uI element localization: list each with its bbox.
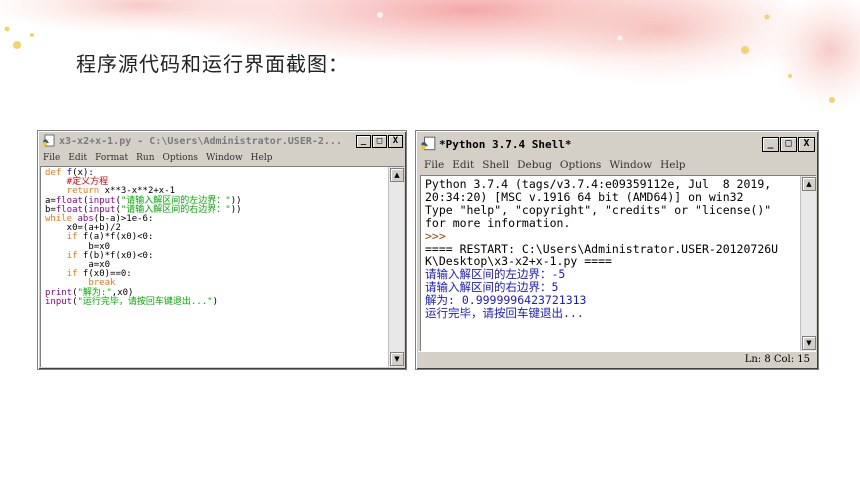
shell-line: for more information. (425, 215, 571, 230)
maximize-button[interactable]: □ (372, 134, 387, 148)
close-button[interactable]: X (798, 136, 815, 152)
editor-title: x3-x2+x-1.py - C:\Users\Administrator.US… (59, 135, 342, 147)
shell-line: 20:34:20) [MSC v.1916 64 bit (AMD64)] on… (425, 189, 744, 204)
editor-window[interactable]: x3-x2+x-1.py - C:\Users\Administrator.US… (37, 130, 407, 370)
python-shell-icon (421, 136, 436, 151)
menu-debug[interactable]: Debug (517, 159, 552, 171)
scroll-down-icon[interactable]: ▼ (802, 336, 816, 350)
status-bar: Ln: 8 Col: 15 (418, 351, 816, 367)
scroll-up-icon[interactable]: ▲ (390, 168, 404, 182)
shell-output[interactable]: Python 3.7.4 (tags/v3.7.4:e09359112e, Ju… (420, 175, 816, 351)
code-string: "运行完毕，请按回车键退出..." (77, 296, 213, 307)
shell-output-line: 请输入解区间的左边界：-5 (425, 267, 566, 282)
shell-scrollbar[interactable]: ▲ ▼ (800, 176, 816, 351)
shell-title: *Python 3.7.4 Shell* (439, 137, 572, 151)
editor-menubar: File Edit Format Run Options Window Help (40, 151, 404, 165)
code-editor[interactable]: def f(x): #定义方程 return x**3-x**2+x-1 a=f… (40, 166, 404, 367)
shell-prompt: >>> (425, 228, 453, 243)
editor-scrollbar[interactable]: ▲ ▼ (388, 167, 404, 367)
scroll-up-icon[interactable]: ▲ (802, 177, 816, 191)
code-text[interactable]: def f(x): #定义方程 return x**3-x**2+x-1 a=f… (45, 168, 404, 307)
cursor-position: Ln: 8 Col: 15 (744, 354, 810, 365)
slide-title: 程序源代码和运行界面截图： (76, 52, 349, 76)
editor-titlebar[interactable]: x3-x2+x-1.py - C:\Users\Administrator.US… (40, 133, 404, 149)
shell-window[interactable]: *Python 3.7.4 Shell* _ □ X File Edit She… (415, 130, 819, 370)
code-text-seg: ) (212, 296, 219, 307)
menu-format[interactable]: Format (95, 153, 128, 163)
code-text-seg: )) (230, 204, 242, 215)
shell-text[interactable]: Python 3.7.4 (tags/v3.7.4:e09359112e, Ju… (425, 178, 816, 320)
menu-edit[interactable]: Edit (68, 153, 87, 163)
menu-file[interactable]: File (43, 153, 60, 163)
minimize-button[interactable]: _ (762, 136, 779, 152)
menu-window[interactable]: Window (609, 159, 652, 171)
code-builtin: input (45, 296, 73, 307)
shell-line: Type "help", "copyright", "credits" or "… (425, 202, 772, 217)
shell-line: K\Desktop\x3-x2+x-1.py ==== (425, 254, 612, 269)
menu-edit[interactable]: Edit (452, 159, 474, 171)
menu-file[interactable]: File (424, 159, 444, 171)
shell-line: ==== RESTART: C:\Users\Administrator.USE… (425, 241, 779, 256)
menu-help[interactable]: Help (660, 159, 685, 171)
menu-window[interactable]: Window (206, 153, 243, 163)
python-file-icon (43, 134, 55, 147)
minimize-button[interactable]: _ (356, 134, 371, 148)
shell-line: Python 3.7.4 (tags/v3.7.4:e09359112e, Ju… (425, 177, 772, 191)
close-button[interactable]: X (388, 134, 403, 148)
maximize-button[interactable]: □ (780, 136, 797, 152)
menu-options[interactable]: Options (560, 159, 601, 171)
menu-help[interactable]: Help (251, 153, 273, 163)
shell-output-line: 解为: 0.9999996423721313 (425, 293, 587, 308)
shell-titlebar[interactable]: *Python 3.7.4 Shell* _ □ X (418, 133, 816, 155)
menu-options[interactable]: Options (163, 153, 198, 163)
shell-output-line: 请输入解区间的右边界：5 (425, 280, 559, 295)
menu-shell[interactable]: Shell (482, 159, 509, 171)
shell-menubar: File Edit Shell Debug Options Window Hel… (418, 157, 816, 173)
scroll-down-icon[interactable]: ▼ (390, 352, 404, 366)
shell-output-line: 运行完毕，请按回车键退出... (425, 306, 584, 321)
menu-run[interactable]: Run (136, 153, 154, 163)
